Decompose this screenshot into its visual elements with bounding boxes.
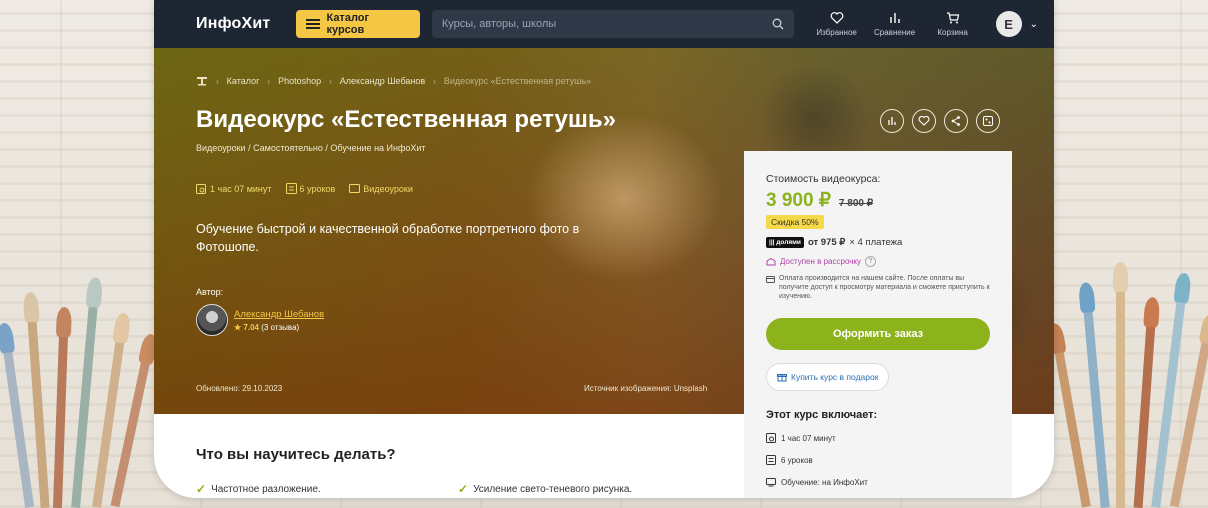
breadcrumb: › Каталог › Photoshop › Александр Шебано…: [196, 76, 591, 86]
video-icon: [349, 184, 361, 193]
installment-text: Доступен в рассрочку: [780, 257, 861, 266]
format-meta: Видеоуроки: [349, 183, 413, 194]
duration-meta: 1 час 07 минут: [196, 183, 272, 194]
site-logo[interactable]: ИнфоХит: [196, 15, 270, 33]
breadcrumb-author[interactable]: Александр Шебанов: [340, 76, 425, 86]
paint-brushes-right: [1046, 262, 1208, 508]
menu-icon: [306, 19, 321, 29]
list-icon: [285, 183, 297, 194]
nav-cart[interactable]: Корзина: [926, 11, 980, 37]
learn-item: ✓ Частотное разложение.: [196, 482, 321, 496]
gift-icon: [777, 374, 787, 382]
check-icon: ✓: [458, 482, 469, 496]
chevron-down-icon[interactable]: ⌄: [1030, 19, 1038, 30]
course-description: Обучение быстрой и качественной обработк…: [196, 222, 580, 254]
cart-icon: [946, 12, 959, 24]
course-subtitle: Видеоуроки / Самостоятельно / Обучение н…: [196, 143, 426, 153]
search-input[interactable]: Курсы, авторы, школы: [431, 10, 794, 38]
includes-lessons: 6 уроков: [781, 455, 813, 465]
author-label: Автор:: [196, 287, 224, 297]
price-label: Стоимость видеокурса:: [766, 173, 881, 185]
image-source: Источник изображения: Unsplash: [584, 384, 708, 393]
installment-icon: [766, 257, 776, 265]
learn-item-text: Частотное разложение.: [211, 483, 321, 495]
dolyami-payments: × 4 платежа: [849, 237, 903, 248]
dolyami-row[interactable]: ||| долями от 975 ₽ × 4 платежа: [766, 237, 990, 248]
catalog-button[interactable]: Каталог курсов: [296, 10, 420, 38]
user-avatar[interactable]: E: [995, 11, 1022, 37]
author-name-link[interactable]: Александр Шебанов: [234, 309, 324, 320]
gift-button-label: Купить курс в подарок: [791, 372, 879, 382]
learn-section-title: Что вы научитесь делать?: [196, 446, 396, 463]
star-icon: ★: [234, 322, 242, 332]
compare-icon: [889, 13, 900, 23]
search-icon[interactable]: [772, 18, 784, 30]
clock-icon: [766, 433, 776, 443]
gift-button[interactable]: Купить курс в подарок: [766, 363, 890, 391]
clock-icon: [196, 184, 206, 194]
breadcrumb-catalog[interactable]: Каталог: [227, 76, 260, 86]
browser-frame: ИнфоХит Каталог курсов Курсы, авторы, шк…: [154, 0, 1054, 498]
price-card: Стоимость видеокурса: 3 900 ₽ 7 800 ₽ Ск…: [744, 151, 1012, 498]
nav-favorites[interactable]: Избранное: [810, 11, 864, 37]
hero-actions: [880, 109, 1000, 133]
compare-button[interactable]: [880, 109, 904, 133]
card-icon: [766, 276, 775, 283]
top-navigation-bar: ИнфоХит Каталог курсов Курсы, авторы, шк…: [154, 0, 1054, 48]
updated-date: Обновлено: 29.10.2023: [196, 384, 283, 393]
author-block: Александр Шебанов ★ 7.04 (3 отзыва): [196, 304, 324, 336]
share-icon: [951, 116, 960, 126]
price-row: 3 900 ₽ 7 800 ₽: [766, 189, 990, 212]
nav-cart-label: Корзина: [937, 28, 968, 37]
payment-info: Оплата производится на нашем сайте. Посл…: [766, 274, 990, 301]
includes-title: Этот курс включает:: [766, 409, 878, 421]
check-icon: ✓: [196, 482, 207, 496]
dolyami-logo: ||| долями: [766, 237, 804, 248]
gallery-icon: [983, 116, 993, 126]
compare-icon: [888, 117, 896, 125]
breadcrumb-current: Видеокурс «Естественная ретушь»: [443, 76, 592, 86]
current-price: 3 900 ₽: [766, 190, 831, 211]
nav-favorites-label: Избранное: [816, 28, 857, 37]
home-icon[interactable]: [196, 76, 208, 86]
catalog-button-label: Каталог курсов: [326, 12, 370, 36]
heart-icon: [830, 12, 843, 24]
search-placeholder: Курсы, авторы, школы: [441, 18, 557, 30]
learn-item: ✓ Усиление свето-теневого рисунка.: [458, 482, 632, 496]
nav-compare-label: Сравнение: [874, 28, 916, 37]
video-icon: [766, 478, 776, 487]
author-reviews[interactable]: (3 отзыва): [261, 323, 299, 332]
course-meta: 1 час 07 минут 6 уроков Видеоуроки: [196, 183, 413, 194]
dolyami-amount: от 975 ₽: [807, 237, 846, 248]
breadcrumb-photoshop[interactable]: Photoshop: [278, 76, 321, 86]
lessons-text: 6 уроков: [299, 183, 336, 194]
includes-platform: Обучение: на ИнфоХит: [781, 477, 868, 487]
learn-item-text: Усиление свето-теневого рисунка.: [473, 483, 633, 495]
share-button[interactable]: [944, 109, 968, 133]
paint-brushes-left: [0, 268, 160, 508]
page-title: Видеокурс «Естественная ретушь»: [196, 106, 616, 133]
includes-duration: 1 час 07 минут: [781, 433, 836, 443]
duration-text: 1 час 07 минут: [210, 183, 272, 194]
author-rating: ★ 7.04 (3 отзыва): [234, 323, 324, 332]
help-icon[interactable]: ?: [864, 256, 876, 267]
includes-item: 1 час 07 минут: [766, 433, 990, 443]
includes-item: Обучение: на ИнфоХит: [766, 477, 990, 487]
favorite-button[interactable]: [912, 109, 936, 133]
format-text: Видеоуроки: [363, 183, 413, 194]
author-rating-value: 7.04: [243, 322, 259, 332]
payment-info-text: Оплата производится на нашем сайте. Посл…: [779, 275, 990, 300]
old-price: 7 800 ₽: [838, 198, 874, 209]
order-button[interactable]: Оформить заказ: [766, 318, 990, 350]
author-avatar[interactable]: [196, 304, 228, 336]
discount-badge: Скидка 50%: [766, 215, 824, 229]
list-icon: [766, 455, 776, 465]
installment-row[interactable]: Доступен в рассрочку ?: [766, 256, 990, 267]
lessons-meta: 6 уроков: [285, 183, 336, 194]
heart-icon: [918, 115, 930, 126]
gallery-button[interactable]: [976, 109, 1000, 133]
includes-item: 6 уроков: [766, 455, 990, 465]
nav-compare[interactable]: Сравнение: [868, 11, 922, 37]
